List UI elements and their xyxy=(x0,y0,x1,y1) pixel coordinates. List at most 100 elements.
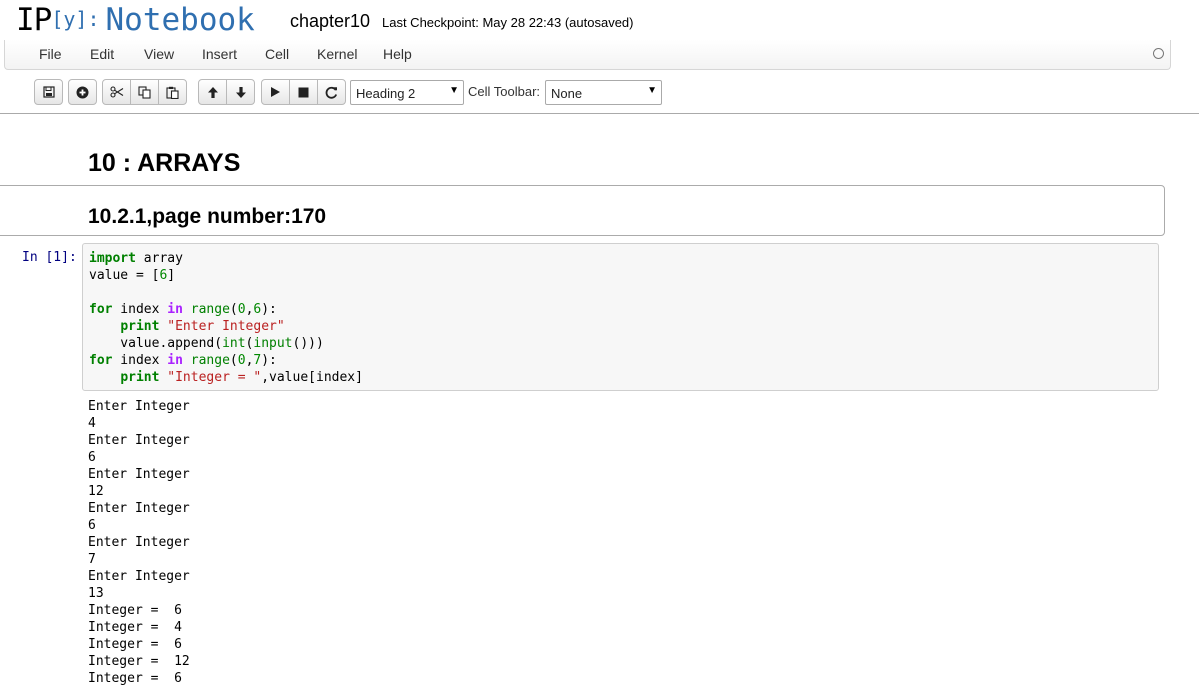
output-line: Enter Integer xyxy=(88,569,190,584)
output-line: 7 xyxy=(88,552,96,567)
move-up-button[interactable] xyxy=(198,79,227,105)
paste-button[interactable] xyxy=(158,79,187,105)
menu-edit[interactable]: Edit xyxy=(90,46,114,62)
code-token: ())) xyxy=(292,336,324,351)
code-token: print xyxy=(120,319,160,334)
code-token: value = [ xyxy=(89,268,160,283)
code-token: value.append( xyxy=(89,336,223,351)
code-token: range xyxy=(190,302,230,317)
notebook-name[interactable]: chapter10 xyxy=(290,11,370,32)
arrow-up-icon xyxy=(207,86,218,98)
output-line: Integer = 12 xyxy=(88,654,190,669)
input-prompt: In [1]: xyxy=(22,250,77,265)
code-token: index xyxy=(112,302,168,317)
output-line: 4 xyxy=(88,416,96,431)
code-token: for xyxy=(89,353,113,368)
code-token: index xyxy=(112,353,168,368)
arrow-down-icon xyxy=(235,86,246,98)
notebook-header: IP[y]: Notebook chapter10 Last Checkpoint… xyxy=(0,0,1199,40)
play-icon xyxy=(271,87,280,97)
main-toolbar: Heading 2 ▼ Cell Toolbar: None ▼ xyxy=(0,76,1199,110)
restart-kernel-button[interactable] xyxy=(317,79,346,105)
code-token: ): xyxy=(261,353,277,368)
ipython-logo[interactable]: IP[y]: Notebook xyxy=(16,2,255,38)
header-divider xyxy=(0,113,1199,114)
code-token: "Enter Integer" xyxy=(167,319,285,334)
code-token: int xyxy=(222,336,246,351)
insert-group xyxy=(68,79,97,105)
copy-icon xyxy=(138,85,151,99)
stop-icon xyxy=(298,87,309,97)
cell-type-select[interactable]: Heading 2 ▼ xyxy=(350,80,464,105)
menubar: File Edit View Insert Cell Kernel Help xyxy=(4,40,1171,70)
code-token: "Integer = " xyxy=(167,370,262,385)
output-line: 12 xyxy=(88,484,104,499)
code-token: ( xyxy=(229,353,238,368)
copy-button[interactable] xyxy=(130,79,159,105)
code-token: ( xyxy=(229,302,238,317)
edit-group xyxy=(102,79,187,105)
menu-cell[interactable]: Cell xyxy=(265,46,289,62)
move-down-button[interactable] xyxy=(226,79,255,105)
cell-toolbar-label: Cell Toolbar: xyxy=(468,84,541,99)
output-line: Integer = 6 xyxy=(88,603,182,618)
code-token: ,value[index] xyxy=(261,370,363,385)
menu-file[interactable]: File xyxy=(39,46,62,62)
output-line: 6 xyxy=(88,518,96,533)
cell-toolbar-value: None xyxy=(551,86,583,101)
refresh-icon xyxy=(325,86,338,99)
output-line: Enter Integer xyxy=(88,433,190,448)
menu-help[interactable]: Help xyxy=(383,46,412,62)
code-token: range xyxy=(190,353,230,368)
code-token: ): xyxy=(261,302,277,317)
logo-ip: IP xyxy=(16,2,52,38)
code-token: in xyxy=(167,302,183,317)
cell-type-value: Heading 2 xyxy=(356,86,416,101)
save-button[interactable] xyxy=(34,79,63,105)
heading-cell-1[interactable]: 10 : ARRAYS xyxy=(88,149,240,178)
output-line: Integer = 4 xyxy=(88,620,182,635)
menu-insert[interactable]: Insert xyxy=(202,46,237,62)
dropdown-arrow-icon: ▼ xyxy=(449,85,459,96)
output-line: Integer = 6 xyxy=(88,671,182,686)
output-line: 6 xyxy=(88,450,96,465)
output-line: 13 xyxy=(88,586,104,601)
output-line: Integer = 6 xyxy=(88,637,182,652)
move-group xyxy=(198,79,255,105)
plus-circle-icon xyxy=(76,86,89,98)
kernel-idle-icon xyxy=(1153,48,1164,59)
code-token: 0 xyxy=(237,353,246,368)
dropdown-arrow-icon: ▼ xyxy=(647,85,657,96)
code-token: print xyxy=(120,370,160,385)
interrupt-kernel-button[interactable] xyxy=(289,79,318,105)
logo-notebook: Notebook xyxy=(105,2,255,38)
code-token: import xyxy=(89,251,136,266)
insert-cell-button[interactable] xyxy=(68,79,97,105)
code-token: 0 xyxy=(237,302,246,317)
output-line: Enter Integer xyxy=(88,399,190,414)
code-token: ] xyxy=(167,268,176,283)
cell-toolbar-select[interactable]: None ▼ xyxy=(545,80,662,105)
code-token: for xyxy=(89,302,113,317)
code-token: in xyxy=(167,353,183,368)
menu-view[interactable]: View xyxy=(144,46,174,62)
code-token: input xyxy=(253,336,293,351)
output-line: Enter Integer xyxy=(88,501,190,516)
code-editor[interactable]: import array value = [6] for index in ra… xyxy=(89,250,363,386)
cut-button[interactable] xyxy=(102,79,131,105)
logo-y: [y]: xyxy=(51,7,100,31)
menu-kernel[interactable]: Kernel xyxy=(317,46,357,62)
checkpoint-status: Last Checkpoint: May 28 22:43 (autosaved… xyxy=(382,15,634,30)
code-token: array xyxy=(135,251,183,266)
scissors-icon xyxy=(109,86,123,98)
run-cell-button[interactable] xyxy=(261,79,290,105)
output-line: Enter Integer xyxy=(88,467,190,482)
paste-icon xyxy=(166,86,179,99)
heading-cell-2[interactable]: 10.2.1,page number:170 xyxy=(88,205,326,229)
floppy-disk-icon xyxy=(42,86,55,98)
run-group xyxy=(261,79,346,105)
